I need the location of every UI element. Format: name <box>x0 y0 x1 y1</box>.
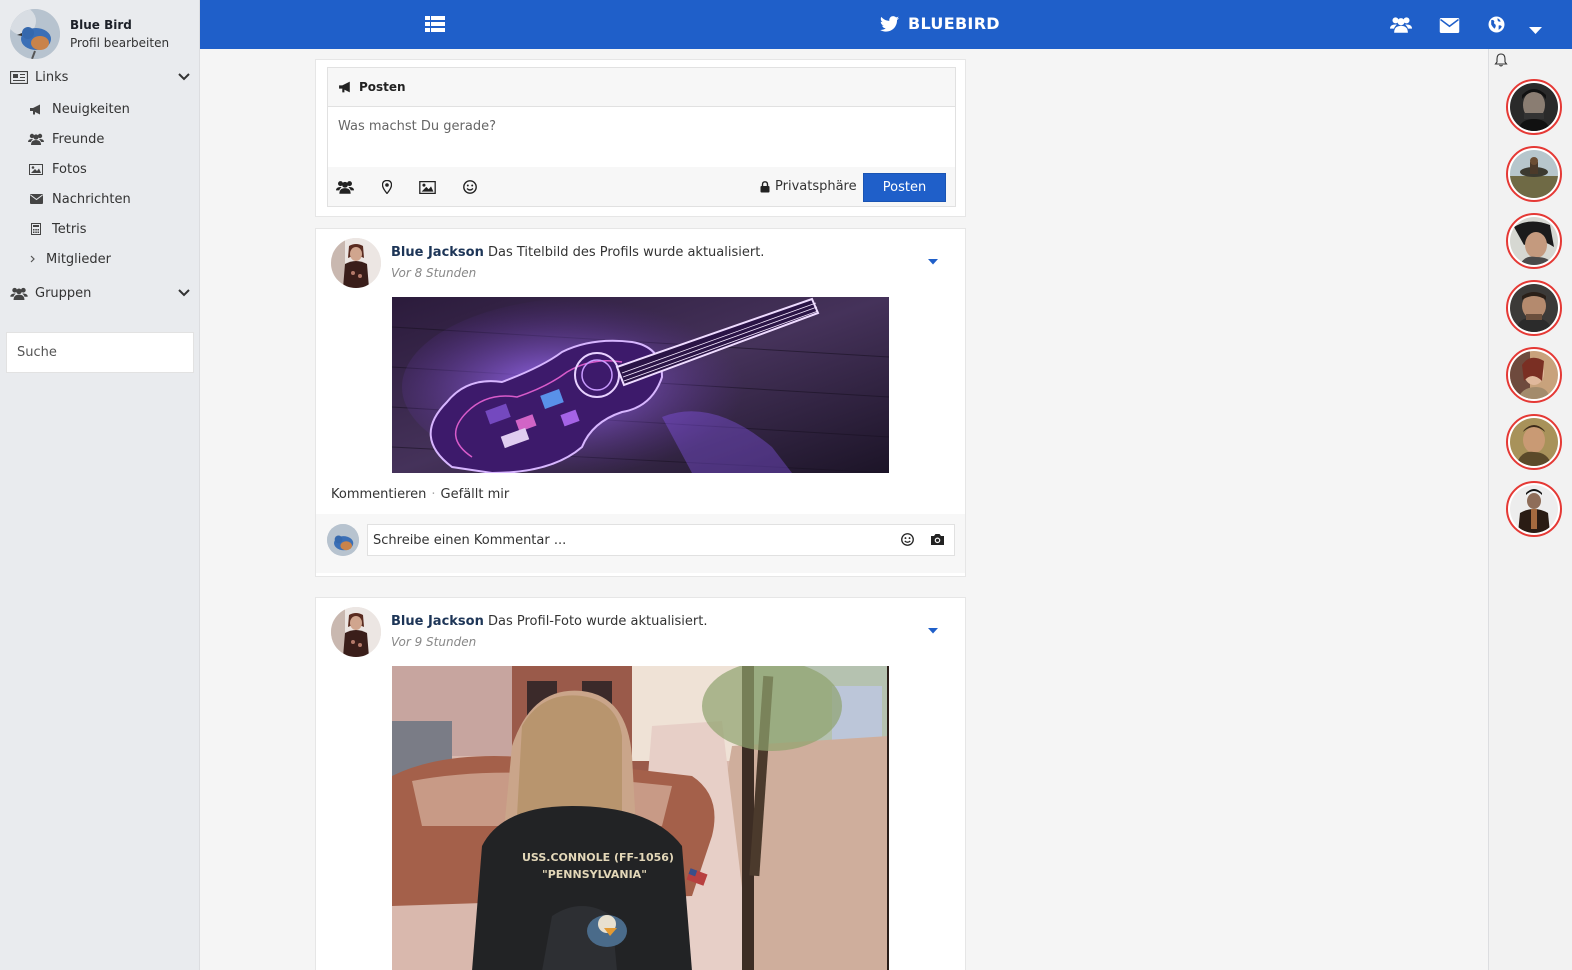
right-rail <box>1488 49 1572 970</box>
sidebar-item-label: Nachrichten <box>52 191 131 207</box>
globe-icon[interactable] <box>1488 16 1505 37</box>
lock-icon <box>760 180 770 192</box>
feed-post: Blue Jackson Das Profil-Foto wurde aktua… <box>315 597 966 970</box>
contact-avatar[interactable] <box>1506 280 1562 336</box>
profile-header[interactable]: Blue Bird Profil bearbeiten <box>10 9 169 59</box>
location-pin-icon[interactable] <box>381 179 393 198</box>
caret-down-icon[interactable] <box>928 623 938 638</box>
author-avatar[interactable] <box>331 238 381 288</box>
contact-avatar[interactable] <box>1506 213 1562 269</box>
avatar <box>327 524 359 556</box>
contact-avatar[interactable] <box>1506 347 1562 403</box>
envelope-icon[interactable] <box>1439 18 1460 37</box>
chevron-down-icon[interactable] <box>178 286 190 301</box>
privacy-label: Privatsphäre <box>775 179 857 194</box>
camera-icon[interactable] <box>930 533 945 550</box>
composer-title: Posten <box>359 80 406 94</box>
post-composer: Posten Privatsphäre Posten <box>315 59 966 217</box>
caret-down-icon[interactable] <box>1529 24 1542 39</box>
users-icon <box>28 133 44 145</box>
cover-photo[interactable] <box>392 297 889 473</box>
contact-avatar[interactable] <box>1506 414 1562 470</box>
sidebar-section-label: Gruppen <box>35 285 92 301</box>
brand-logo[interactable]: BLUEBIRD <box>880 14 1000 33</box>
sidebar-item-mitglieder[interactable]: Mitglieder <box>28 244 111 274</box>
image-icon[interactable] <box>419 180 436 198</box>
tag-friends-icon[interactable] <box>336 180 354 198</box>
edit-profile-link[interactable]: Profil bearbeiten <box>70 34 169 52</box>
users-icon <box>10 286 28 300</box>
sidebar-item-freunde[interactable]: Freunde <box>28 124 104 154</box>
chevron-right-icon <box>28 253 38 265</box>
comment-input[interactable] <box>367 524 955 556</box>
post-author[interactable]: Blue Jackson <box>391 245 484 260</box>
post-author[interactable]: Blue Jackson <box>391 614 484 629</box>
bullhorn-icon <box>339 81 350 93</box>
newspaper-icon <box>10 70 28 84</box>
contact-avatar[interactable] <box>1506 79 1562 135</box>
brand-name: BLUEBIRD <box>908 14 1000 33</box>
sidebar-item-fotos[interactable]: Fotos <box>28 154 87 184</box>
sidebar-item-label: Neuigkeiten <box>52 101 130 117</box>
twitter-bird-icon <box>880 15 899 32</box>
post-action-text: Das Profil-Foto wurde aktualisiert. <box>488 614 708 629</box>
composer-toolbar: Privatsphäre Posten <box>328 168 955 207</box>
envelope-icon <box>28 193 44 205</box>
sidebar-item-label: Mitglieder <box>46 251 111 267</box>
bell-icon[interactable] <box>1494 53 1508 71</box>
comment-link[interactable]: Kommentieren <box>331 487 426 502</box>
sidebar-item-label: Tetris <box>52 221 87 237</box>
post-timestamp: Vor 9 Stunden <box>391 635 477 649</box>
post-actions: Kommentieren · Gefällt mir <box>331 487 509 502</box>
emoji-icon[interactable] <box>901 533 914 550</box>
post-button[interactable]: Posten <box>863 173 946 202</box>
contact-avatar[interactable] <box>1506 146 1562 202</box>
profile-name: Blue Bird <box>70 18 132 32</box>
sidebar-item-tetris[interactable]: Tetris <box>28 214 87 244</box>
composer-header: Posten <box>328 68 955 107</box>
sidebar-item-label: Freunde <box>52 131 105 147</box>
author-avatar[interactable] <box>331 607 381 657</box>
sidebar-section-links[interactable]: Links <box>0 62 200 92</box>
post-action-text: Das Titelbild des Profils wurde aktualis… <box>488 245 765 260</box>
comment-bar <box>316 514 965 573</box>
top-navbar: BLUEBIRD <box>200 0 1572 49</box>
privacy-selector[interactable]: Privatsphäre <box>760 179 857 194</box>
sidebar-section-label: Links <box>35 69 69 85</box>
image-icon <box>28 163 44 175</box>
profile-photo[interactable]: USS.CONNOLE (FF-1056) "PENNSYLVANIA" <box>392 666 889 970</box>
sidebar-section-gruppen[interactable]: Gruppen <box>0 278 200 308</box>
left-sidebar: Blue Bird Profil bearbeiten Links Neuigk… <box>0 0 200 970</box>
avatar[interactable] <box>10 9 60 59</box>
shirt-text-line2: "PENNSYLVANIA" <box>542 868 647 881</box>
friends-icon[interactable] <box>1390 16 1412 37</box>
status-input[interactable] <box>328 107 955 167</box>
emoji-icon[interactable] <box>463 180 477 198</box>
like-link[interactable]: Gefällt mir <box>441 487 510 502</box>
bullhorn-icon <box>28 103 44 115</box>
sidebar-item-nachrichten[interactable]: Nachrichten <box>28 184 131 214</box>
post-timestamp: Vor 8 Stunden <box>391 266 477 280</box>
caret-down-icon[interactable] <box>928 254 938 269</box>
chevron-down-icon[interactable] <box>178 70 190 85</box>
shirt-text-line1: USS.CONNOLE (FF-1056) <box>522 851 674 864</box>
sidebar-item-label: Fotos <box>52 161 87 177</box>
feed-post: Blue Jackson Das Titelbild des Profils w… <box>315 228 966 577</box>
sidebar-item-neuigkeiten[interactable]: Neuigkeiten <box>28 94 130 124</box>
calculator-icon <box>28 223 44 235</box>
separator: · <box>431 487 436 502</box>
list-menu-icon[interactable] <box>425 16 445 36</box>
contact-avatar[interactable] <box>1506 481 1562 537</box>
search-input[interactable] <box>6 332 194 373</box>
